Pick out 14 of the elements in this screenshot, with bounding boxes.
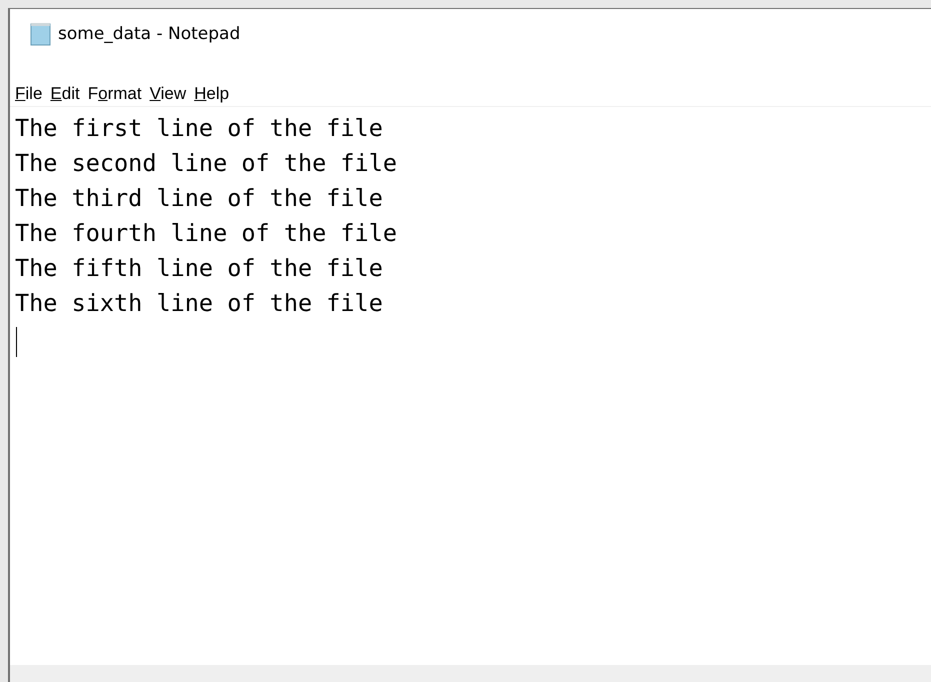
window-title: some_data - Notepad xyxy=(58,24,240,44)
menu-item[interactable]: Help xyxy=(192,81,232,106)
text-line: The fourth line of the file xyxy=(15,218,398,249)
text-area[interactable]: The first line of the file The second line of the file The third line of the file The fourth line of the file The fifth line of the file The sixth line of the file xyxy=(10,107,931,665)
notepad-icon xyxy=(30,22,52,46)
menu-item[interactable]: File xyxy=(13,81,44,106)
text-line: The sixth line of the file xyxy=(15,288,383,319)
menu-item[interactable]: Format xyxy=(86,81,144,106)
menu-item[interactable]: View xyxy=(148,81,188,106)
text-line: The first line of the file xyxy=(15,113,383,144)
menu-item[interactable]: Edit xyxy=(48,81,82,106)
text-line: The third line of the file xyxy=(15,183,383,214)
text-line: The fifth line of the file xyxy=(15,253,383,284)
text-line: The second line of the file xyxy=(15,148,398,179)
